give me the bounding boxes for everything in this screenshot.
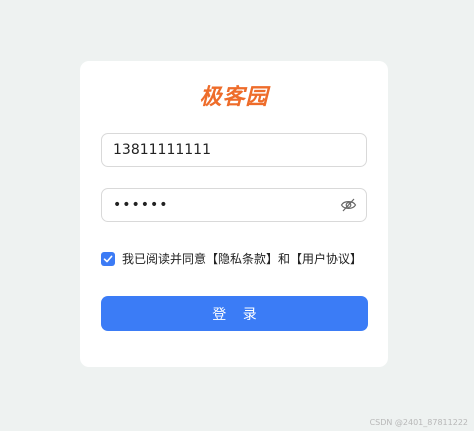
agreement-prefix: 我已阅读并同意 (122, 252, 207, 266)
agreement-row: 我已阅读并同意【隐私条款】和【用户协议】 (101, 250, 362, 268)
agreement-text: 我已阅读并同意【隐私条款】和【用户协议】 (122, 250, 362, 268)
phone-field[interactable] (101, 133, 367, 167)
login-button[interactable]: 登 录 (101, 296, 368, 331)
password-input[interactable] (113, 189, 338, 221)
phone-input[interactable] (113, 134, 338, 166)
login-card: 极客园 我已阅读并同意【隐私条款】和【用户协议】 登 录 (80, 61, 388, 367)
privacy-terms-link[interactable]: 【隐私条款】 (206, 252, 278, 266)
user-agreement-link[interactable]: 【用户协议】 (290, 252, 362, 266)
agreement-checkbox[interactable] (101, 252, 115, 266)
agreement-conjunction: 和 (278, 252, 291, 266)
check-icon (103, 255, 113, 263)
brand-logo: 极客园 (199, 85, 269, 110)
watermark: CSDN @2401_87811222 (369, 418, 468, 427)
password-field[interactable] (101, 188, 367, 222)
eye-off-icon[interactable] (340, 197, 357, 213)
